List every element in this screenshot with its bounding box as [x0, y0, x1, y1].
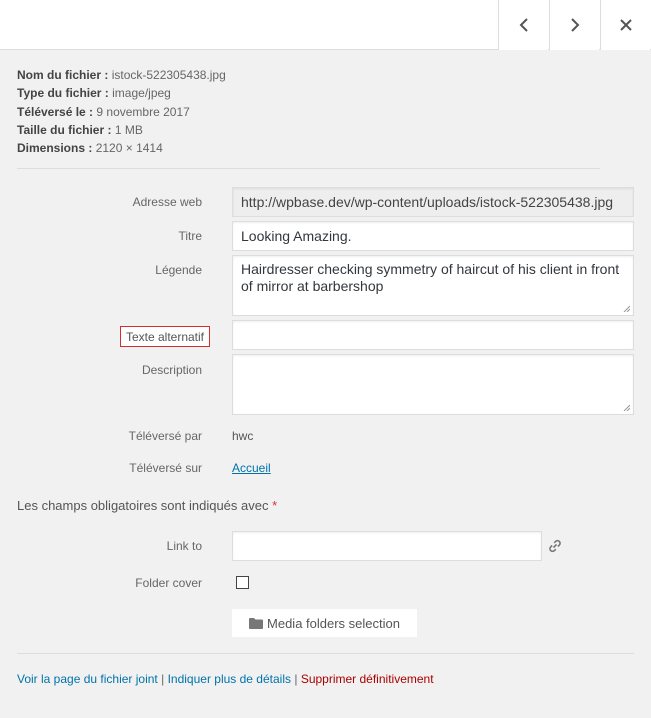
separator: | [161, 672, 165, 686]
link-to-label: Link to [166, 539, 202, 553]
required-star: * [272, 498, 278, 513]
description-field[interactable] [232, 354, 634, 415]
folder-cover-checkbox[interactable] [236, 576, 249, 589]
uploaded-by-value: hwc [232, 429, 254, 443]
chevron-right-icon [570, 18, 579, 32]
file-name-row: Nom du fichier : istock-522305438.jpg [17, 68, 226, 82]
alt-text-field[interactable] [232, 320, 634, 350]
link-icon [549, 539, 561, 553]
title-field[interactable]: Looking Amazing. [232, 221, 634, 251]
edit-details-link[interactable]: Indiquer plus de détails [168, 672, 291, 686]
close-icon [619, 19, 632, 31]
alt-text-label: Texte alternatif [120, 326, 210, 347]
modal-header [0, 0, 651, 50]
file-details: Nom du fichier : istock-522305438.jpg Ty… [17, 66, 226, 157]
folder-cover-label: Folder cover [135, 576, 202, 590]
url-field[interactable]: http://wpbase.dev/wp-content/uploads/ist… [232, 187, 634, 217]
file-size-row: Taille du fichier : 1 MB [17, 122, 143, 137]
separator: | [294, 672, 298, 686]
divider [17, 168, 600, 169]
dimensions-row: Dimensions : 2120 × 1414 [17, 141, 163, 156]
caption-label: Légende [155, 263, 202, 277]
required-fields-note: Les champs obligatoires sont indiqués av… [17, 498, 278, 513]
url-label: Adresse web [132, 195, 202, 209]
uploaded-date-row: Téléversé le : 9 novembre 2017 [17, 104, 190, 119]
caption-text: Hairdresser checking symmetry of haircut… [241, 261, 620, 294]
link-to-field[interactable] [232, 531, 542, 561]
file-type-row: Type du fichier : image/jpeg [17, 86, 171, 101]
attachment-actions: Voir la page du fichier joint | Indiquer… [17, 672, 434, 686]
view-attachment-link[interactable]: Voir la page du fichier joint [17, 672, 158, 686]
media-folders-selection-button[interactable]: Media folders selection [232, 609, 417, 637]
caption-field[interactable]: Hairdresser checking symmetry of haircut… [232, 255, 634, 316]
link-picker-button[interactable] [543, 533, 567, 559]
previous-button[interactable] [498, 0, 548, 50]
close-button[interactable] [600, 0, 650, 50]
delete-permanently-link[interactable]: Supprimer définitivement [301, 672, 434, 686]
folder-icon [249, 617, 264, 629]
divider [17, 653, 634, 654]
uploaded-to-label: Téléversé sur [129, 461, 202, 475]
resize-grip-icon[interactable] [623, 404, 630, 411]
chevron-left-icon [519, 18, 528, 32]
uploaded-to-link[interactable]: Accueil [232, 461, 271, 475]
uploaded-by-label: Téléversé par [128, 429, 202, 443]
description-label: Description [141, 363, 202, 377]
resize-grip-icon[interactable] [623, 305, 630, 312]
next-button[interactable] [549, 0, 599, 50]
title-label: Titre [178, 229, 202, 243]
